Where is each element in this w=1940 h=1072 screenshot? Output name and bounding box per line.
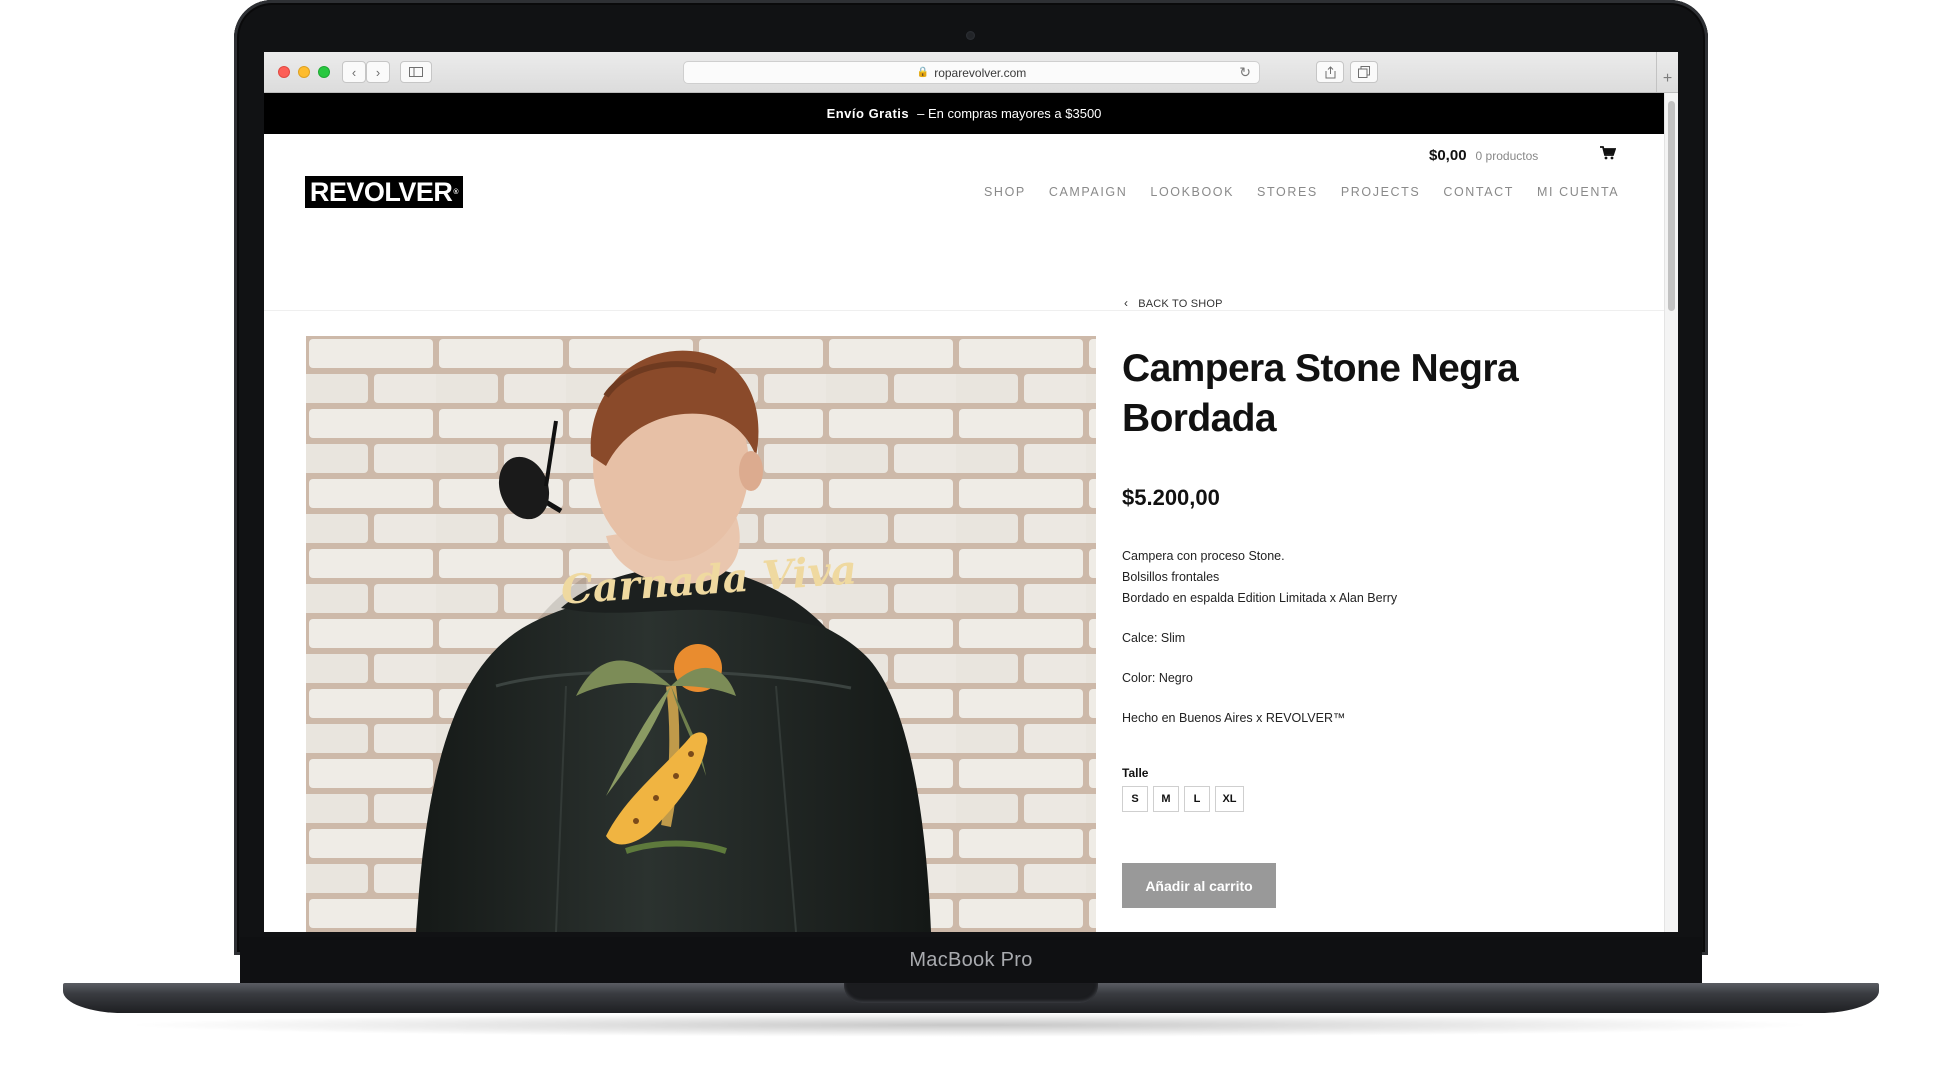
cart-summary[interactable]: $0,00 0 productos: [1429, 147, 1538, 164]
laptop-chin: MacBook Pro: [240, 937, 1702, 983]
nav-item-shop[interactable]: SHOP: [984, 185, 1026, 199]
webcam: [966, 31, 975, 40]
window-minimize-button[interactable]: [298, 66, 310, 78]
size-option-l[interactable]: L: [1184, 786, 1210, 812]
description-line: Calce: Slim: [1122, 631, 1186, 645]
announcement-text: – En compras mayores a $3500: [917, 106, 1102, 121]
cart-total: $0,00: [1429, 147, 1467, 164]
address-bar[interactable]: 🔒 roparevolver.com ↻: [683, 61, 1260, 84]
logo-text: REVOLVER: [309, 176, 453, 207]
tabs-overview-button[interactable]: [1350, 61, 1378, 83]
main-nav: SHOP CAMPAIGN LOOKBOOK STORES PROJECTS C…: [984, 185, 1619, 199]
cart-icon[interactable]: [1600, 146, 1616, 160]
product-image[interactable]: Carnada Viva: [306, 336, 1096, 932]
device-label: MacBook Pro: [909, 948, 1033, 971]
announcement-bold: Envío Gratis: [826, 106, 910, 121]
sidebar-icon: [409, 67, 423, 77]
share-icon: [1325, 65, 1335, 78]
scrollbar-thumb[interactable]: [1668, 101, 1675, 311]
new-tab-button[interactable]: +: [1656, 52, 1678, 92]
laptop-notch: [844, 983, 1098, 1003]
browser-toolbar: ‹ › 🔒 roparevolver.com ↻ +: [264, 52, 1678, 93]
chevron-right-icon: ›: [375, 64, 381, 80]
tabs-icon: [1358, 66, 1370, 78]
sidebar-toggle-button[interactable]: [400, 61, 432, 83]
size-option-s[interactable]: S: [1122, 786, 1148, 812]
screen: ‹ › 🔒 roparevolver.com ↻ + Envío Gratis …: [264, 52, 1678, 932]
back-button[interactable]: ‹: [342, 61, 366, 83]
jacket-photo: Carnada Viva: [306, 336, 1096, 932]
share-button[interactable]: [1316, 61, 1344, 83]
lock-icon: 🔒: [916, 67, 930, 78]
description-line: Bordado en espalda Edition Limitada x Al…: [1122, 591, 1398, 605]
chevron-left-icon: ‹: [1124, 296, 1129, 310]
forward-button[interactable]: ›: [366, 61, 390, 83]
plus-icon: +: [1662, 70, 1673, 87]
back-to-shop-link[interactable]: ‹ BACK TO SHOP: [1124, 296, 1223, 310]
description-line: Hecho en Buenos Aires x REVOLVER™: [1122, 711, 1346, 725]
chevron-left-icon: ‹: [351, 64, 357, 80]
nav-item-projects[interactable]: PROJECTS: [1341, 185, 1420, 199]
cart-count: 0 productos: [1475, 148, 1539, 163]
reload-icon[interactable]: ↻: [1239, 64, 1251, 81]
site-header: REVOLVER ® $0,00 0 productos SHOP CAMPAIG…: [264, 134, 1664, 311]
back-to-shop-label: BACK TO SHOP: [1138, 298, 1223, 310]
description-line: Campera con proceso Stone.: [1122, 549, 1285, 563]
product-title: Campera Stone Negra Bordada: [1122, 347, 1519, 440]
size-option-xl[interactable]: XL: [1215, 786, 1244, 812]
product-price: $5.200,00: [1122, 485, 1220, 510]
address-text: roparevolver.com: [934, 65, 1027, 80]
add-to-cart-button[interactable]: Añadir al carrito: [1122, 863, 1276, 908]
window-maximize-button[interactable]: [318, 66, 330, 78]
nav-item-campaign[interactable]: CAMPAIGN: [1049, 185, 1128, 199]
announcement-bar: Envío Gratis – En compras mayores a $350…: [264, 93, 1664, 134]
page-scrollbar[interactable]: [1664, 93, 1678, 932]
laptop-shadow: [120, 1013, 1820, 1037]
size-label: Talle: [1122, 766, 1149, 780]
size-option-m[interactable]: M: [1153, 786, 1179, 812]
nav-item-mi-cuenta[interactable]: MI CUENTA: [1537, 185, 1619, 199]
window-close-button[interactable]: [278, 66, 290, 78]
description-line: Color: Negro: [1122, 671, 1193, 685]
nav-item-contact[interactable]: CONTACT: [1443, 185, 1514, 199]
description-line: Bolsillos frontales: [1122, 570, 1220, 584]
nav-item-lookbook[interactable]: LOOKBOOK: [1150, 185, 1234, 199]
site-logo[interactable]: REVOLVER ®: [305, 176, 463, 208]
nav-item-stores[interactable]: STORES: [1257, 185, 1318, 199]
